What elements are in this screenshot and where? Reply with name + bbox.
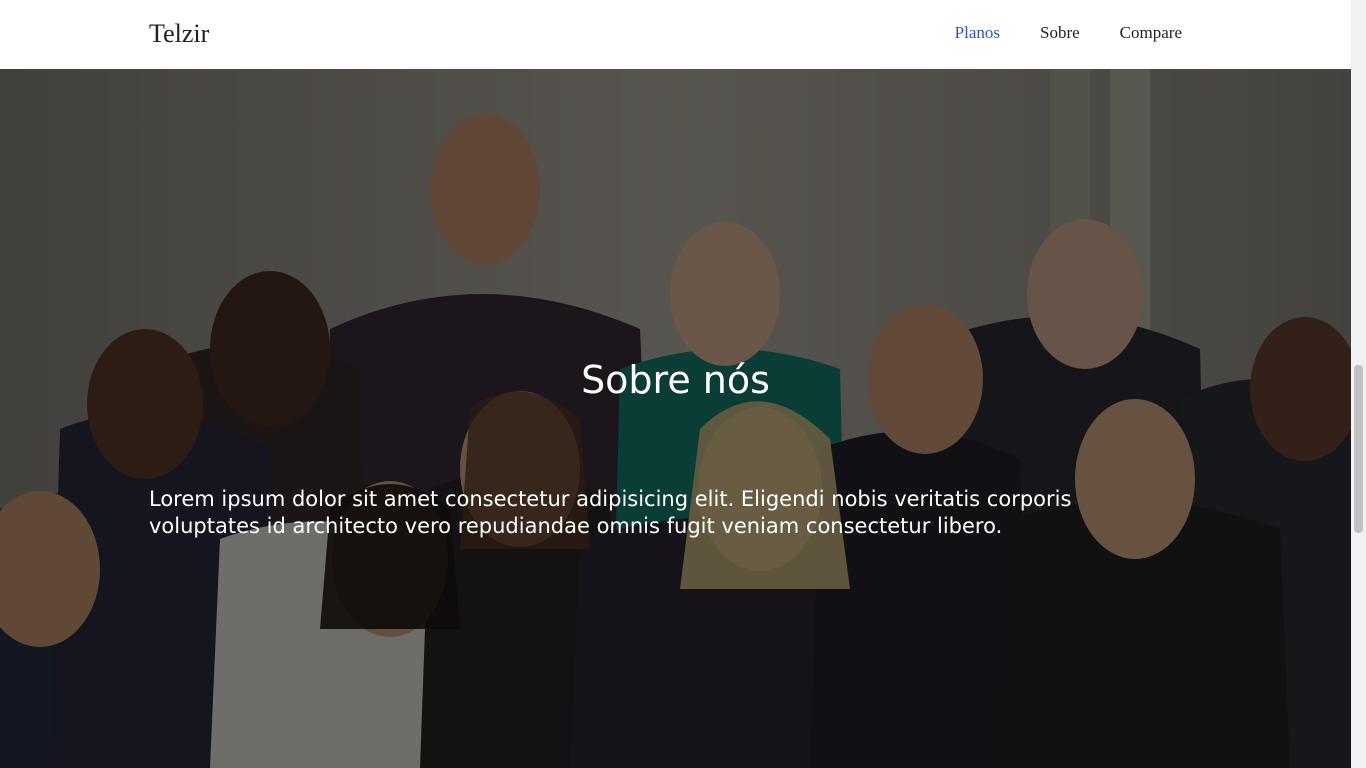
nav-link-sobre[interactable]: Sobre [1040, 23, 1080, 42]
about-description: Lorem ipsum dolor sit amet consectetur a… [149, 487, 1072, 538]
about-title: Sobre nós [581, 358, 770, 402]
page: Telzir Planos Sobre Compare Sobre nós Lo… [0, 0, 1366, 768]
vertical-scrollbar[interactable] [1351, 0, 1366, 768]
top-navbar: Telzir Planos Sobre Compare [0, 0, 1351, 69]
nav-link-planos[interactable]: Planos [955, 23, 1000, 42]
about-hero-section: Sobre nós Lorem ipsum dolor sit amet con… [0, 69, 1351, 768]
nav-link-compare[interactable]: Compare [1120, 23, 1182, 42]
nav-menu: Planos Sobre Compare [955, 22, 1182, 44]
dark-overlay [0, 69, 1351, 768]
scrollbar-thumb[interactable] [1354, 365, 1363, 533]
brand-logo[interactable]: Telzir [149, 18, 209, 50]
